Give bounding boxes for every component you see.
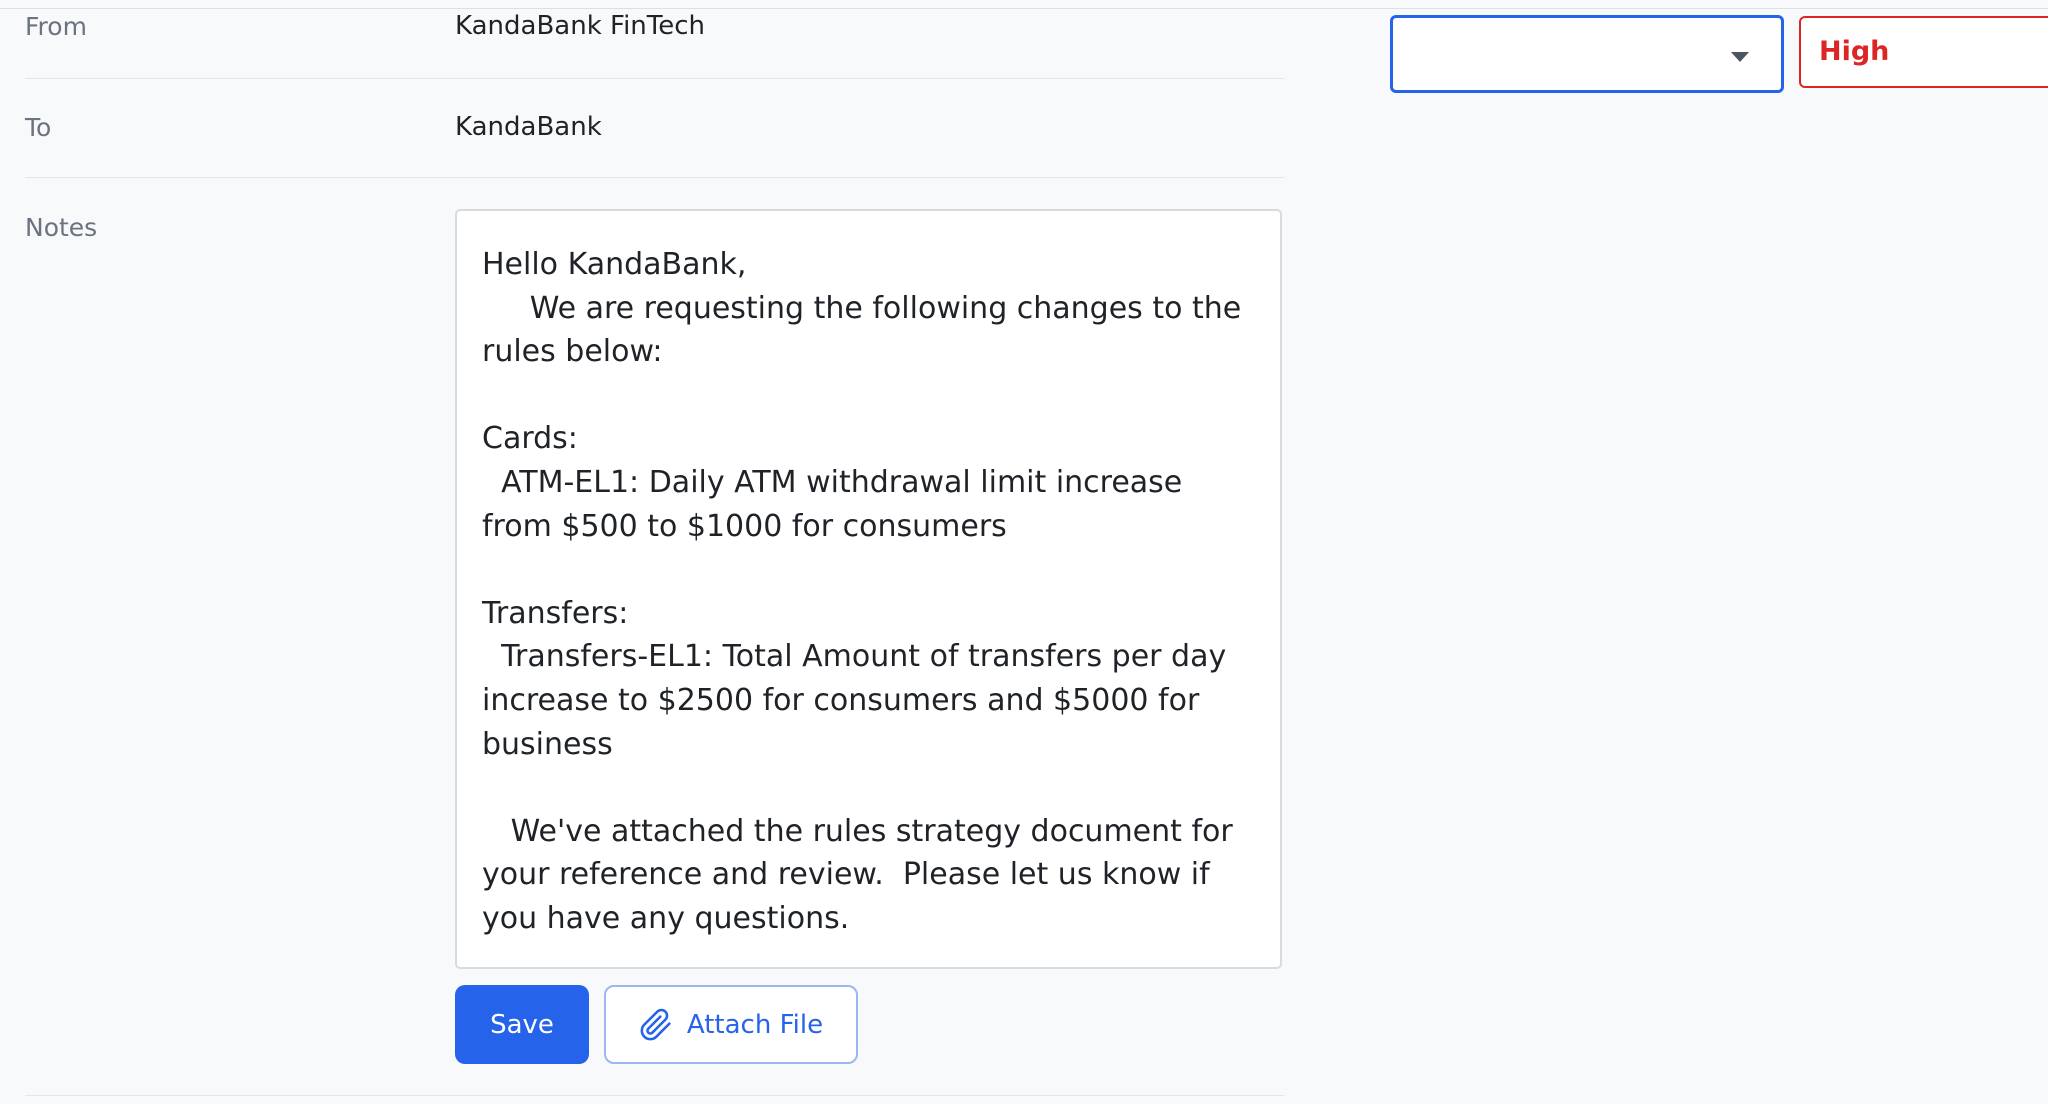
notes-label: Notes (25, 213, 98, 242)
status-select[interactable] (1390, 15, 1784, 93)
priority-field[interactable]: High (1799, 16, 2048, 88)
priority-value: High (1819, 36, 1890, 67)
divider-from (25, 78, 1284, 79)
notes-textarea[interactable]: Hello KandaBank, We are requesting the f… (455, 209, 1282, 969)
save-button[interactable]: Save (455, 985, 589, 1064)
from-label: From (25, 12, 87, 41)
from-value: KandaBank FinTech (455, 11, 706, 41)
attach-file-button[interactable]: Attach File (604, 985, 858, 1064)
paperclip-icon (639, 1008, 673, 1042)
attach-file-label: Attach File (686, 1009, 824, 1040)
chevron-down-icon (1731, 52, 1749, 62)
divider-bottom (25, 1095, 1284, 1096)
divider-to (25, 177, 1284, 178)
to-value: KandaBank (455, 112, 602, 142)
to-label: To (25, 113, 52, 142)
top-border (0, 8, 2048, 9)
